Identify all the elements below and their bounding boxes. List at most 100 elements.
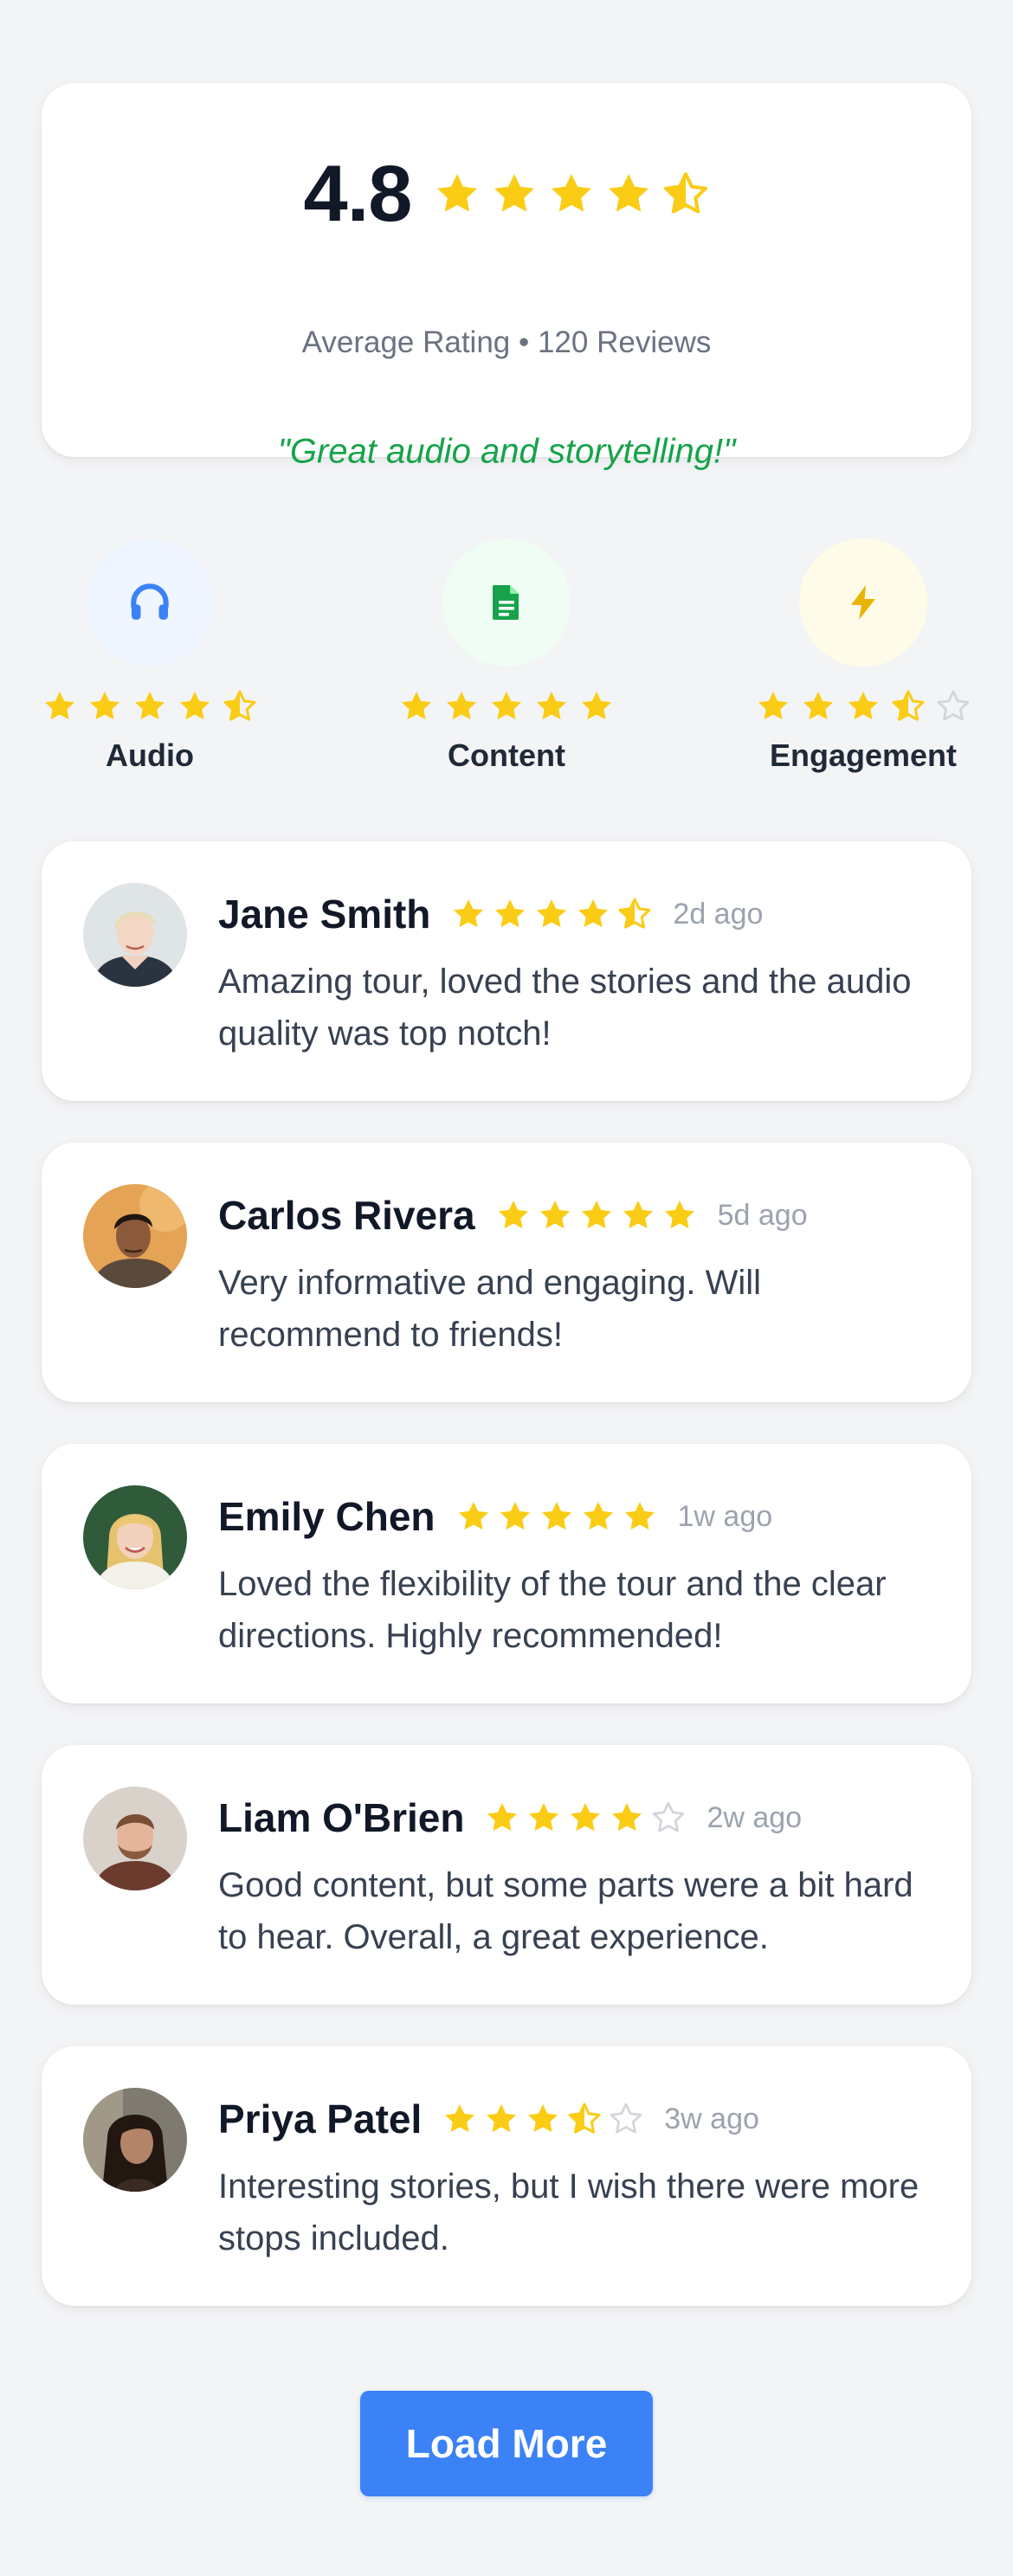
review-time: 1w ago <box>677 1499 773 1533</box>
review-header: Priya Patel 3w ago <box>218 2091 759 2147</box>
star-full-icon <box>447 692 476 720</box>
category-label: Engagement <box>769 737 958 773</box>
star-full-icon <box>624 1502 655 1530</box>
star-full-icon <box>583 1502 613 1530</box>
star-full-icon <box>539 1201 570 1229</box>
avatar <box>83 1787 187 1890</box>
star-full-icon <box>492 692 521 720</box>
star-full-icon <box>537 692 566 720</box>
star-full-icon <box>581 1201 611 1229</box>
star-full-icon <box>487 2104 517 2133</box>
review-text: Loved the flexibility of the tour and th… <box>218 1565 887 1655</box>
star-full-icon <box>803 692 833 720</box>
category-icon-circle <box>442 538 571 667</box>
star-full-icon <box>498 1201 528 1229</box>
avatar <box>83 1184 187 1288</box>
review-card: Jane Smith 2d ago Amazing tour, loved th… <box>42 841 971 1101</box>
reviewer-name: Jane Smith <box>218 892 431 937</box>
average-rating-stars <box>434 171 709 217</box>
star-full-icon <box>528 2104 558 2133</box>
star-full-icon <box>541 1502 571 1530</box>
review-card: Carlos Rivera 5d ago Very informative an… <box>42 1143 971 1402</box>
star-full-icon <box>135 692 165 720</box>
category-label: Content <box>448 737 565 773</box>
star-empty-icon <box>653 1801 685 1832</box>
headphones-icon <box>131 583 169 620</box>
star-full-icon <box>571 1803 601 1832</box>
star-full-icon <box>552 174 592 212</box>
star-full-icon <box>454 899 484 928</box>
avatar <box>83 883 187 987</box>
rating-row: 4.8 <box>42 154 971 234</box>
reviewer-name: Liam O'Brien <box>218 1795 465 1840</box>
document-icon <box>493 585 519 620</box>
star-empty-icon <box>937 690 970 721</box>
star-full-icon <box>623 1201 653 1229</box>
review-text: Very informative and engaging. Will reco… <box>218 1264 761 1354</box>
category-stars <box>751 689 976 724</box>
star-full-icon <box>445 2104 475 2133</box>
review-card: Priya Patel 3w ago Interesting stories, … <box>42 2046 971 2306</box>
category-label: Audio <box>106 737 194 773</box>
review-stars <box>451 897 652 931</box>
review-text: Interesting stories, but I wish there we… <box>218 2167 919 2257</box>
star-full-icon <box>90 692 119 720</box>
star-full-icon <box>494 174 535 212</box>
star-full-icon <box>537 899 567 928</box>
review-header: Emily Chen 1w ago <box>218 1489 772 1544</box>
star-half-icon <box>618 898 651 929</box>
review-time: 3w ago <box>664 2102 759 2135</box>
category-engagement: Engagement <box>751 538 976 774</box>
star-full-icon <box>609 174 649 212</box>
review-text: Amazing tour, loved the stories and the … <box>218 963 912 1053</box>
star-full-icon <box>495 899 526 928</box>
review-header: Carlos Rivera 5d ago <box>218 1188 808 1243</box>
star-full-icon <box>458 1502 488 1530</box>
reviewer-name: Carlos Rivera <box>218 1193 475 1238</box>
reviewer-name: Emily Chen <box>218 1494 436 1539</box>
star-full-icon <box>529 1803 559 1832</box>
average-rating-subtitle: Average Rating • 120 Reviews <box>301 325 712 359</box>
highlight-quote: "Great audio and storytelling!" <box>277 432 736 471</box>
star-full-icon <box>45 692 74 720</box>
star-full-icon <box>180 692 210 720</box>
review-header: Jane Smith 2d ago <box>218 886 763 942</box>
review-time: 5d ago <box>717 1198 808 1232</box>
review-stars <box>456 1499 657 1534</box>
review-stars <box>485 1800 686 1835</box>
star-half-icon <box>568 2103 601 2134</box>
review-stars <box>496 1198 697 1233</box>
review-card: Emily Chen 1w ago Loved the flexibility … <box>42 1444 971 1703</box>
star-half-icon <box>664 172 708 214</box>
star-full-icon <box>402 692 431 720</box>
review-time: 2d ago <box>673 897 764 931</box>
star-full-icon <box>578 899 609 928</box>
reviews-page: 4.8 Average Rating • 120 Reviews "Great … <box>0 0 1013 2576</box>
review-time: 2w ago <box>707 1800 803 1834</box>
star-full-icon <box>437 174 478 212</box>
category-content: Content <box>394 538 619 774</box>
avatar <box>83 2088 187 2192</box>
star-empty-icon <box>610 2103 642 2134</box>
star-full-icon <box>500 1502 530 1530</box>
reviewer-name: Priya Patel <box>218 2096 423 2141</box>
star-half-icon <box>892 690 925 721</box>
average-rating-value: 4.8 <box>303 150 413 238</box>
avatar <box>83 1485 187 1589</box>
category-stars <box>394 689 619 724</box>
star-full-icon <box>582 692 611 720</box>
category-audio: Audio <box>37 538 262 774</box>
star-full-icon <box>612 1803 642 1832</box>
category-stars <box>37 689 262 724</box>
lightning-icon <box>851 585 875 620</box>
review-card: Liam O'Brien 2w ago Good content, but so… <box>42 1745 971 2005</box>
star-full-icon <box>664 1201 694 1229</box>
review-header: Liam O'Brien 2w ago <box>218 1790 802 1845</box>
star-half-icon <box>223 690 256 721</box>
review-stars <box>442 2102 643 2136</box>
star-full-icon <box>758 692 788 720</box>
star-full-icon <box>487 1803 518 1832</box>
star-full-icon <box>848 692 878 720</box>
review-text: Good content, but some parts were a bit … <box>218 1866 913 1956</box>
load-more-button[interactable]: Load More <box>360 2391 653 2496</box>
